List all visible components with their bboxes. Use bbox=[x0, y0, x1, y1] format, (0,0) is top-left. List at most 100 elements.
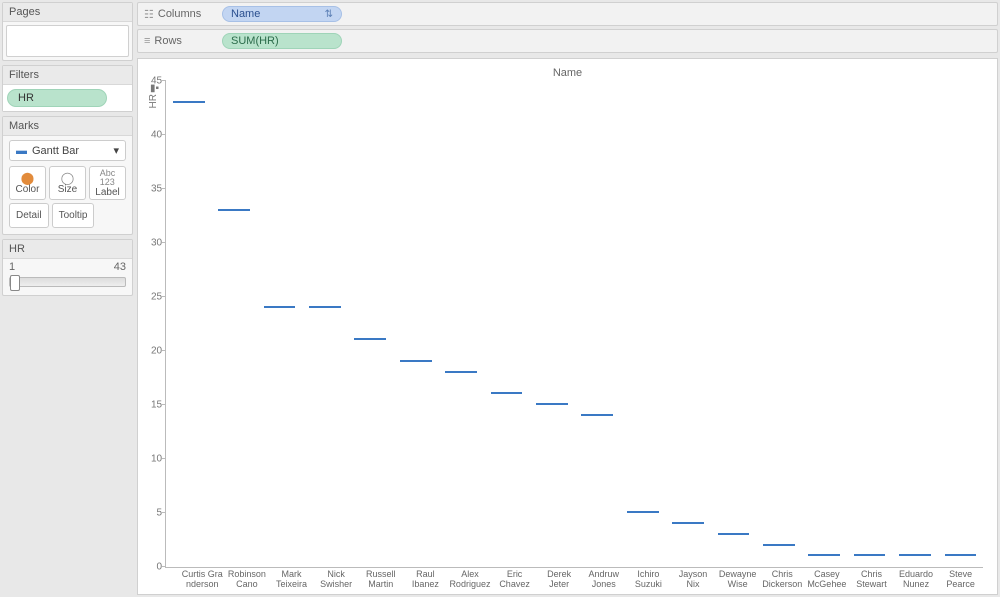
gantt-mark[interactable] bbox=[491, 392, 523, 394]
y-tick-label: 40 bbox=[138, 130, 162, 141]
bar-col[interactable] bbox=[847, 81, 892, 567]
bar-col[interactable] bbox=[302, 81, 347, 567]
x-tick-label: NickSwisher bbox=[314, 570, 359, 590]
bar-col[interactable] bbox=[529, 81, 574, 567]
x-tick-label: ChrisStewart bbox=[849, 570, 894, 590]
detail-button[interactable]: Detail bbox=[9, 203, 49, 228]
rows-shelf-icon: ≡ bbox=[144, 35, 150, 47]
x-tick-label: ChrisDickerson bbox=[760, 570, 805, 590]
pages-header: Pages bbox=[3, 3, 132, 22]
marks-header: Marks bbox=[3, 117, 132, 136]
size-button[interactable]: ◯ Size bbox=[49, 166, 86, 200]
x-tick-label: Curtis Granderson bbox=[180, 570, 225, 590]
viz-area: Name ▮▪ HR 051015202530354045 Curtis Gra… bbox=[137, 58, 998, 595]
columns-pill-name[interactable]: Name ⇅ bbox=[222, 6, 342, 22]
label-button[interactable]: Abc123 Label bbox=[89, 166, 126, 200]
bar-col[interactable] bbox=[665, 81, 710, 567]
filter-pill-hr[interactable]: HR bbox=[7, 89, 107, 107]
x-tick-label: CaseyMcGehee bbox=[805, 570, 850, 590]
detail-label: Detail bbox=[16, 210, 42, 221]
rows-shelf-label: Rows bbox=[154, 35, 182, 47]
bar-col[interactable] bbox=[166, 81, 211, 567]
pages-panel: Pages bbox=[2, 2, 133, 61]
x-tick-label: EricChavez bbox=[492, 570, 537, 590]
slider-thumb[interactable] bbox=[10, 275, 20, 291]
gantt-mark[interactable] bbox=[718, 533, 750, 535]
columns-shelf[interactable]: ☷ Columns Name ⇅ bbox=[137, 2, 998, 26]
tooltip-button[interactable]: Tooltip bbox=[52, 203, 95, 228]
x-tick-label: Jayson Nix bbox=[671, 570, 716, 590]
bar-col[interactable] bbox=[892, 81, 937, 567]
mark-type-select[interactable]: ▬ Gantt Bar ▾ bbox=[9, 140, 126, 161]
gantt-mark[interactable] bbox=[854, 554, 886, 556]
chart-plot[interactable]: 051015202530354045 bbox=[165, 81, 983, 568]
rows-pill-label: SUM(HR) bbox=[231, 35, 279, 47]
color-button[interactable]: ⬤ Color bbox=[9, 166, 46, 200]
y-tick-label: 35 bbox=[138, 184, 162, 195]
columns-pill-label: Name bbox=[231, 8, 260, 20]
columns-shelf-icon: ☷ bbox=[144, 8, 154, 21]
gantt-mark[interactable] bbox=[264, 306, 296, 308]
bar-col[interactable] bbox=[802, 81, 847, 567]
bar-col[interactable] bbox=[211, 81, 256, 567]
gantt-mark[interactable] bbox=[309, 306, 341, 308]
rows-shelf[interactable]: ≡ Rows SUM(HR) bbox=[137, 29, 998, 53]
bar-col[interactable] bbox=[348, 81, 393, 567]
size-label: Size bbox=[58, 184, 77, 195]
gantt-mark[interactable] bbox=[899, 554, 931, 556]
label-label: Label bbox=[95, 187, 119, 198]
bar-col[interactable] bbox=[756, 81, 801, 567]
gantt-mark[interactable] bbox=[218, 209, 250, 211]
mark-type-label: Gantt Bar bbox=[32, 145, 79, 157]
sort-descending-icon[interactable]: ⇅ bbox=[325, 9, 333, 20]
gantt-mark[interactable] bbox=[945, 554, 977, 556]
color-label: Color bbox=[16, 184, 40, 195]
y-tick-label: 20 bbox=[138, 346, 162, 357]
gantt-mark[interactable] bbox=[808, 554, 840, 556]
gantt-mark[interactable] bbox=[672, 522, 704, 524]
bar-col[interactable] bbox=[711, 81, 756, 567]
bar-col[interactable] bbox=[575, 81, 620, 567]
x-tick-label: StevePearce bbox=[938, 570, 983, 590]
chevron-down-icon: ▾ bbox=[113, 144, 119, 157]
tooltip-label: Tooltip bbox=[59, 210, 88, 221]
y-tick-label: 15 bbox=[138, 400, 162, 411]
bar-col[interactable] bbox=[393, 81, 438, 567]
gantt-mark[interactable] bbox=[173, 101, 205, 103]
bar-col[interactable] bbox=[257, 81, 302, 567]
bar-col[interactable] bbox=[484, 81, 529, 567]
hr-filter-slider[interactable] bbox=[9, 277, 126, 287]
x-tick-label: IchiroSuzuki bbox=[626, 570, 671, 590]
x-tick-label: MarkTeixeira bbox=[269, 570, 314, 590]
gantt-mark[interactable] bbox=[400, 360, 432, 362]
viz-title: Name bbox=[146, 67, 989, 79]
x-tick-label: AlexRodriguez bbox=[448, 570, 493, 590]
x-tick-label: EduardoNunez bbox=[894, 570, 939, 590]
x-tick-label: DewayneWise bbox=[715, 570, 760, 590]
y-axis-title: HR bbox=[146, 94, 161, 108]
gantt-bar-icon: ▬ bbox=[16, 145, 27, 157]
x-tick-label: DerekJeter bbox=[537, 570, 582, 590]
x-tick-label: RaulIbanez bbox=[403, 570, 448, 590]
y-tick-label: 30 bbox=[138, 238, 162, 249]
y-tick-label: 5 bbox=[138, 508, 162, 519]
hr-filter-header: HR bbox=[3, 240, 132, 259]
y-tick-label: 10 bbox=[138, 454, 162, 465]
bar-col[interactable] bbox=[620, 81, 665, 567]
pages-drop-target[interactable] bbox=[6, 25, 129, 57]
gantt-mark[interactable] bbox=[763, 544, 795, 546]
bar-col[interactable] bbox=[438, 81, 483, 567]
label-icon: Abc123 bbox=[100, 169, 116, 187]
gantt-mark[interactable] bbox=[627, 511, 659, 513]
gantt-mark[interactable] bbox=[581, 414, 613, 416]
rows-pill-sum-hr[interactable]: SUM(HR) bbox=[222, 33, 342, 49]
gantt-mark[interactable] bbox=[354, 338, 386, 340]
x-tick-label: RobinsonCano bbox=[225, 570, 270, 590]
marks-panel: Marks ▬ Gantt Bar ▾ ⬤ Color ◯ Size bbox=[2, 116, 133, 235]
x-tick-label: AndruwJones bbox=[581, 570, 626, 590]
gantt-mark[interactable] bbox=[445, 371, 477, 373]
hr-filter-min: 1 bbox=[9, 261, 15, 273]
bar-col[interactable] bbox=[938, 81, 983, 567]
x-tick-label: RussellMartin bbox=[358, 570, 403, 590]
gantt-mark[interactable] bbox=[536, 403, 568, 405]
